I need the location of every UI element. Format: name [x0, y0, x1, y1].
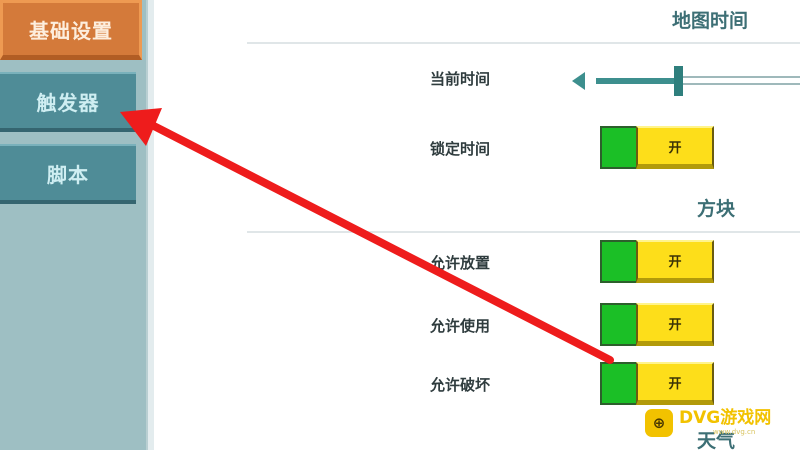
slider-fill [596, 78, 674, 84]
watermark-brand: DVG游戏网 [679, 408, 772, 428]
toggle-on-indicator [600, 240, 636, 283]
allow-break-toggle[interactable]: 开 [600, 362, 714, 405]
toggle-knob: 开 [636, 362, 714, 405]
slider-left-arrow-icon[interactable] [572, 72, 585, 90]
toggle-knob: 开 [636, 240, 714, 283]
toggle-on-indicator [600, 303, 636, 346]
divider [247, 42, 800, 44]
current-time-slider[interactable] [572, 64, 800, 98]
lock-time-label: 锁定时间 [430, 140, 491, 158]
allow-place-toggle[interactable]: 开 [600, 240, 714, 283]
sidebar: 基础设置 触发器 脚本 [0, 0, 154, 450]
section-title-map-time: 地图时间 [672, 10, 749, 32]
allow-place-label: 允许放置 [430, 254, 491, 272]
slider-track [682, 76, 800, 85]
tab-script-label: 脚本 [47, 162, 89, 187]
tab-trigger[interactable]: 触发器 [0, 72, 136, 132]
tab-basic-settings[interactable]: 基础设置 [0, 0, 142, 60]
lock-time-toggle[interactable]: 开 [600, 126, 714, 169]
toggle-on-indicator [600, 362, 636, 405]
slider-handle[interactable] [673, 66, 683, 96]
current-time-label: 当前时间 [430, 70, 491, 88]
allow-use-label: 允许使用 [430, 317, 491, 335]
toggle-knob: 开 [636, 303, 714, 346]
toggle-knob: 开 [636, 126, 714, 169]
allow-break-label: 允许破坏 [430, 376, 491, 394]
tab-trigger-label: 触发器 [36, 90, 100, 115]
divider [247, 231, 800, 233]
watermark: ⊕ DVG游戏网 www.dvg.cn [645, 404, 797, 442]
allow-use-toggle[interactable]: 开 [600, 303, 714, 346]
section-title-blocks: 方块 [697, 198, 736, 220]
toggle-on-indicator [600, 126, 636, 169]
gamepad-icon: ⊕ [645, 409, 673, 437]
tab-script[interactable]: 脚本 [0, 144, 136, 204]
watermark-url: www.dvg.cn [713, 428, 756, 436]
tab-basic-settings-label: 基础设置 [29, 18, 113, 43]
